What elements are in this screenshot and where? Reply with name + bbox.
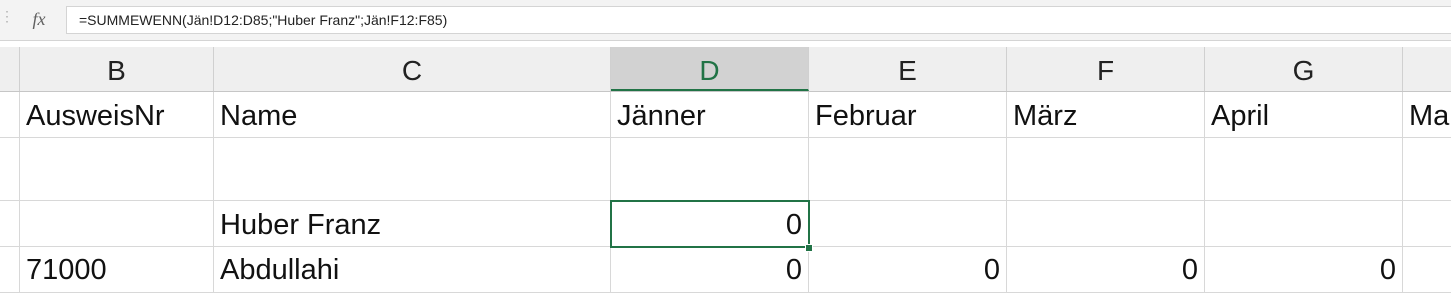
cell[interactable] (214, 138, 611, 201)
column-header-b[interactable]: B (20, 47, 214, 91)
cell[interactable] (1007, 138, 1205, 201)
formula-input[interactable]: =SUMMEWENN(Jän!D12:D85;"Huber Franz";Jän… (66, 6, 1451, 34)
table-row: 71000 Abdullahi 0 0 0 0 (0, 247, 1451, 293)
cell[interactable] (1007, 201, 1205, 247)
spreadsheet-grid: B C D E F G AusweisNr Name Jänner Februa… (0, 41, 1451, 293)
cell-month-header[interactable]: April (1205, 92, 1403, 138)
cell[interactable] (809, 201, 1007, 247)
cell[interactable] (1403, 138, 1451, 201)
cell-month-header[interactable]: Februar (809, 92, 1007, 138)
cell-value[interactable]: 0 (1007, 247, 1205, 293)
insert-function-icon[interactable]: fx (28, 8, 50, 30)
cell[interactable] (809, 138, 1007, 201)
cell-ausweisnr[interactable]: 71000 (20, 247, 214, 293)
cell-month-header[interactable]: Jänner (611, 92, 809, 138)
column-header-d[interactable]: D (611, 47, 809, 91)
column-header-row: B C D E F G (0, 47, 1451, 92)
column-header-c[interactable]: C (214, 47, 611, 91)
cell[interactable] (0, 138, 20, 201)
cell-name-header[interactable]: Name (214, 92, 611, 138)
cell[interactable] (1403, 247, 1451, 293)
cell[interactable] (611, 138, 809, 201)
cell-value[interactable]: 0 (809, 247, 1007, 293)
cell[interactable] (0, 201, 20, 247)
cell[interactable] (1205, 138, 1403, 201)
table-row (0, 138, 1451, 201)
table-row: AusweisNr Name Jänner Februar März April… (0, 92, 1451, 138)
fill-handle[interactable] (805, 244, 813, 252)
column-header-f[interactable]: F (1007, 47, 1205, 91)
cell-ausweisnr-header[interactable]: AusweisNr (20, 92, 214, 138)
cell-value[interactable]: 0 (1205, 247, 1403, 293)
column-header-h[interactable] (1403, 47, 1451, 91)
cell-name[interactable]: Huber Franz (214, 201, 611, 247)
cell[interactable] (0, 247, 20, 293)
cell-a[interactable] (0, 92, 20, 138)
cell[interactable] (1403, 201, 1451, 247)
column-header-e[interactable]: E (809, 47, 1007, 91)
cell[interactable] (20, 138, 214, 201)
formula-bar: ⋮ fx =SUMMEWENN(Jän!D12:D85;"Huber Franz… (0, 0, 1451, 41)
cell-name[interactable]: Abdullahi (214, 247, 611, 293)
name-box-edge: ⋮ (0, 8, 14, 24)
cell[interactable] (1205, 201, 1403, 247)
cell[interactable] (20, 201, 214, 247)
active-cell-selection[interactable] (610, 200, 810, 248)
column-header-g[interactable]: G (1205, 47, 1403, 91)
cell-month-header[interactable]: März (1007, 92, 1205, 138)
column-header-a[interactable] (0, 47, 20, 91)
cell-month-header[interactable]: Ma (1403, 92, 1451, 138)
cell-value[interactable]: 0 (611, 247, 809, 293)
